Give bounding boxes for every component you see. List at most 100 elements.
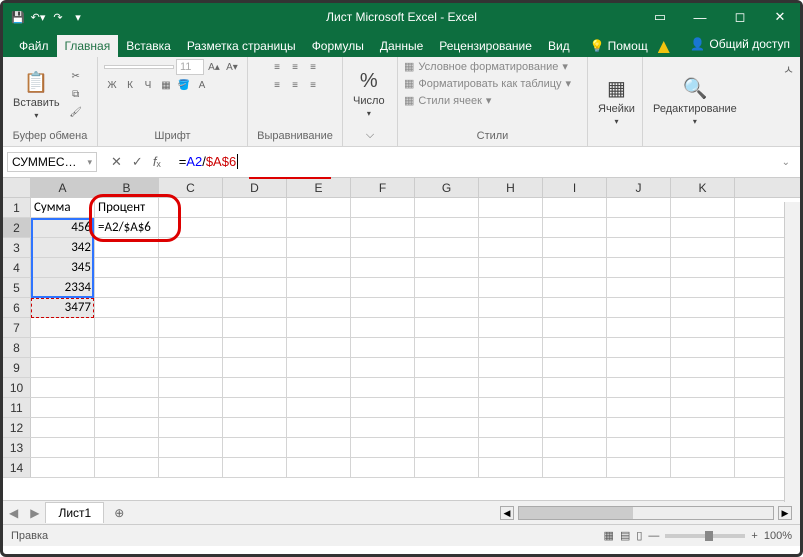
cell[interactable] xyxy=(415,318,479,337)
qat-customize-icon[interactable]: ▾ xyxy=(71,10,85,24)
paste-button[interactable]: 📋 Вставить ▾ xyxy=(9,68,64,122)
copy-icon[interactable]: ⧉ xyxy=(68,87,84,103)
zoom-in-icon[interactable]: + xyxy=(751,530,757,542)
cell[interactable] xyxy=(543,438,607,457)
tab-view[interactable]: Вид xyxy=(540,35,578,57)
number-format-button[interactable]: % Число ▾ xyxy=(349,68,389,120)
col-header[interactable]: H xyxy=(479,178,543,197)
conditional-formatting-button[interactable]: ▦Условное форматирование ▾ xyxy=(404,59,568,74)
cell[interactable] xyxy=(671,418,735,437)
cell[interactable] xyxy=(543,318,607,337)
cell[interactable] xyxy=(415,418,479,437)
tab-formulas[interactable]: Формулы xyxy=(304,35,372,57)
minimize-icon[interactable]: — xyxy=(680,3,720,31)
cell[interactable] xyxy=(95,278,159,297)
view-break-icon[interactable]: ▯ xyxy=(636,529,642,542)
cell[interactable] xyxy=(287,418,351,437)
new-sheet-icon[interactable]: ⊕ xyxy=(104,506,134,520)
cell[interactable] xyxy=(415,338,479,357)
scroll-left-icon[interactable]: ◀ xyxy=(500,506,514,520)
row-header[interactable]: 8 xyxy=(3,338,31,357)
align-right-icon[interactable]: ≡ xyxy=(305,77,321,93)
cell[interactable] xyxy=(479,438,543,457)
expand-formula-bar-icon[interactable]: ⌄ xyxy=(776,157,796,168)
align-mid-icon[interactable]: ≡ xyxy=(287,59,303,75)
cell[interactable] xyxy=(95,458,159,477)
horizontal-scrollbar[interactable]: ◀ ▶ xyxy=(500,506,800,520)
cell[interactable] xyxy=(159,418,223,437)
cell[interactable] xyxy=(95,358,159,377)
font-size-selector[interactable]: 11 xyxy=(176,59,204,75)
view-layout-icon[interactable]: ▤ xyxy=(620,529,630,542)
spreadsheet-grid[interactable]: A B C D E F G H I J K 1СуммаПроцент2456=… xyxy=(3,178,800,500)
scroll-right-icon[interactable]: ▶ xyxy=(778,506,792,520)
cell[interactable] xyxy=(223,258,287,277)
cell[interactable] xyxy=(671,378,735,397)
cell[interactable] xyxy=(671,318,735,337)
format-painter-icon[interactable]: 🖌 xyxy=(68,105,84,121)
cell[interactable] xyxy=(223,318,287,337)
cell[interactable] xyxy=(543,238,607,257)
cell[interactable] xyxy=(543,258,607,277)
col-header[interactable]: K xyxy=(671,178,735,197)
col-header[interactable]: A xyxy=(31,178,95,197)
col-header[interactable]: B xyxy=(95,178,159,197)
cell[interactable] xyxy=(479,218,543,237)
cell[interactable] xyxy=(159,338,223,357)
cell[interactable] xyxy=(159,218,223,237)
cell[interactable] xyxy=(415,458,479,477)
cell[interactable] xyxy=(671,338,735,357)
row-header[interactable]: 2 xyxy=(3,218,31,237)
cell[interactable] xyxy=(607,258,671,277)
zoom-out-icon[interactable]: — xyxy=(648,530,659,542)
undo-icon[interactable]: ↶▾ xyxy=(31,10,45,24)
cell[interactable] xyxy=(479,378,543,397)
cell[interactable] xyxy=(31,398,95,417)
cell[interactable] xyxy=(607,378,671,397)
border-icon[interactable]: ▦ xyxy=(158,77,174,93)
tab-data[interactable]: Данные xyxy=(372,35,431,57)
row-header[interactable]: 1 xyxy=(3,198,31,217)
cell[interactable] xyxy=(479,198,543,217)
cell[interactable] xyxy=(31,318,95,337)
cell[interactable] xyxy=(415,198,479,217)
row-header[interactable]: 13 xyxy=(3,438,31,457)
row-header[interactable]: 3 xyxy=(3,238,31,257)
cell[interactable] xyxy=(607,198,671,217)
cell[interactable] xyxy=(543,278,607,297)
sheet-tab[interactable]: Лист1 xyxy=(45,502,104,523)
sheet-nav-next-icon[interactable]: ▶ xyxy=(24,506,45,520)
align-left-icon[interactable]: ≡ xyxy=(269,77,285,93)
cell[interactable] xyxy=(287,378,351,397)
col-header[interactable]: G xyxy=(415,178,479,197)
cell[interactable]: Процент xyxy=(95,198,159,217)
cell[interactable] xyxy=(223,438,287,457)
cell[interactable] xyxy=(287,298,351,317)
cell[interactable] xyxy=(415,398,479,417)
cell[interactable] xyxy=(159,298,223,317)
format-as-table-button[interactable]: ▦Форматировать как таблицу ▾ xyxy=(404,76,571,91)
cell[interactable] xyxy=(287,238,351,257)
cell[interactable] xyxy=(95,338,159,357)
cell[interactable] xyxy=(31,338,95,357)
cell[interactable] xyxy=(351,418,415,437)
cell[interactable] xyxy=(351,398,415,417)
col-header[interactable]: C xyxy=(159,178,223,197)
formula-input[interactable]: =A2/$A$6 xyxy=(175,152,772,172)
cell[interactable] xyxy=(159,198,223,217)
cell[interactable] xyxy=(351,238,415,257)
cell[interactable] xyxy=(479,418,543,437)
cell[interactable] xyxy=(31,358,95,377)
cell[interactable] xyxy=(479,298,543,317)
cell[interactable] xyxy=(287,318,351,337)
cell[interactable] xyxy=(223,278,287,297)
vertical-scrollbar[interactable] xyxy=(784,202,800,502)
cells-button[interactable]: ▦ Ячейки ▾ xyxy=(594,74,639,128)
cell[interactable] xyxy=(671,258,735,277)
cell[interactable] xyxy=(671,218,735,237)
sheet-nav-prev-icon[interactable]: ◀ xyxy=(3,506,24,520)
cell[interactable] xyxy=(287,458,351,477)
cell[interactable] xyxy=(543,358,607,377)
cell[interactable] xyxy=(543,338,607,357)
cell[interactable] xyxy=(287,398,351,417)
